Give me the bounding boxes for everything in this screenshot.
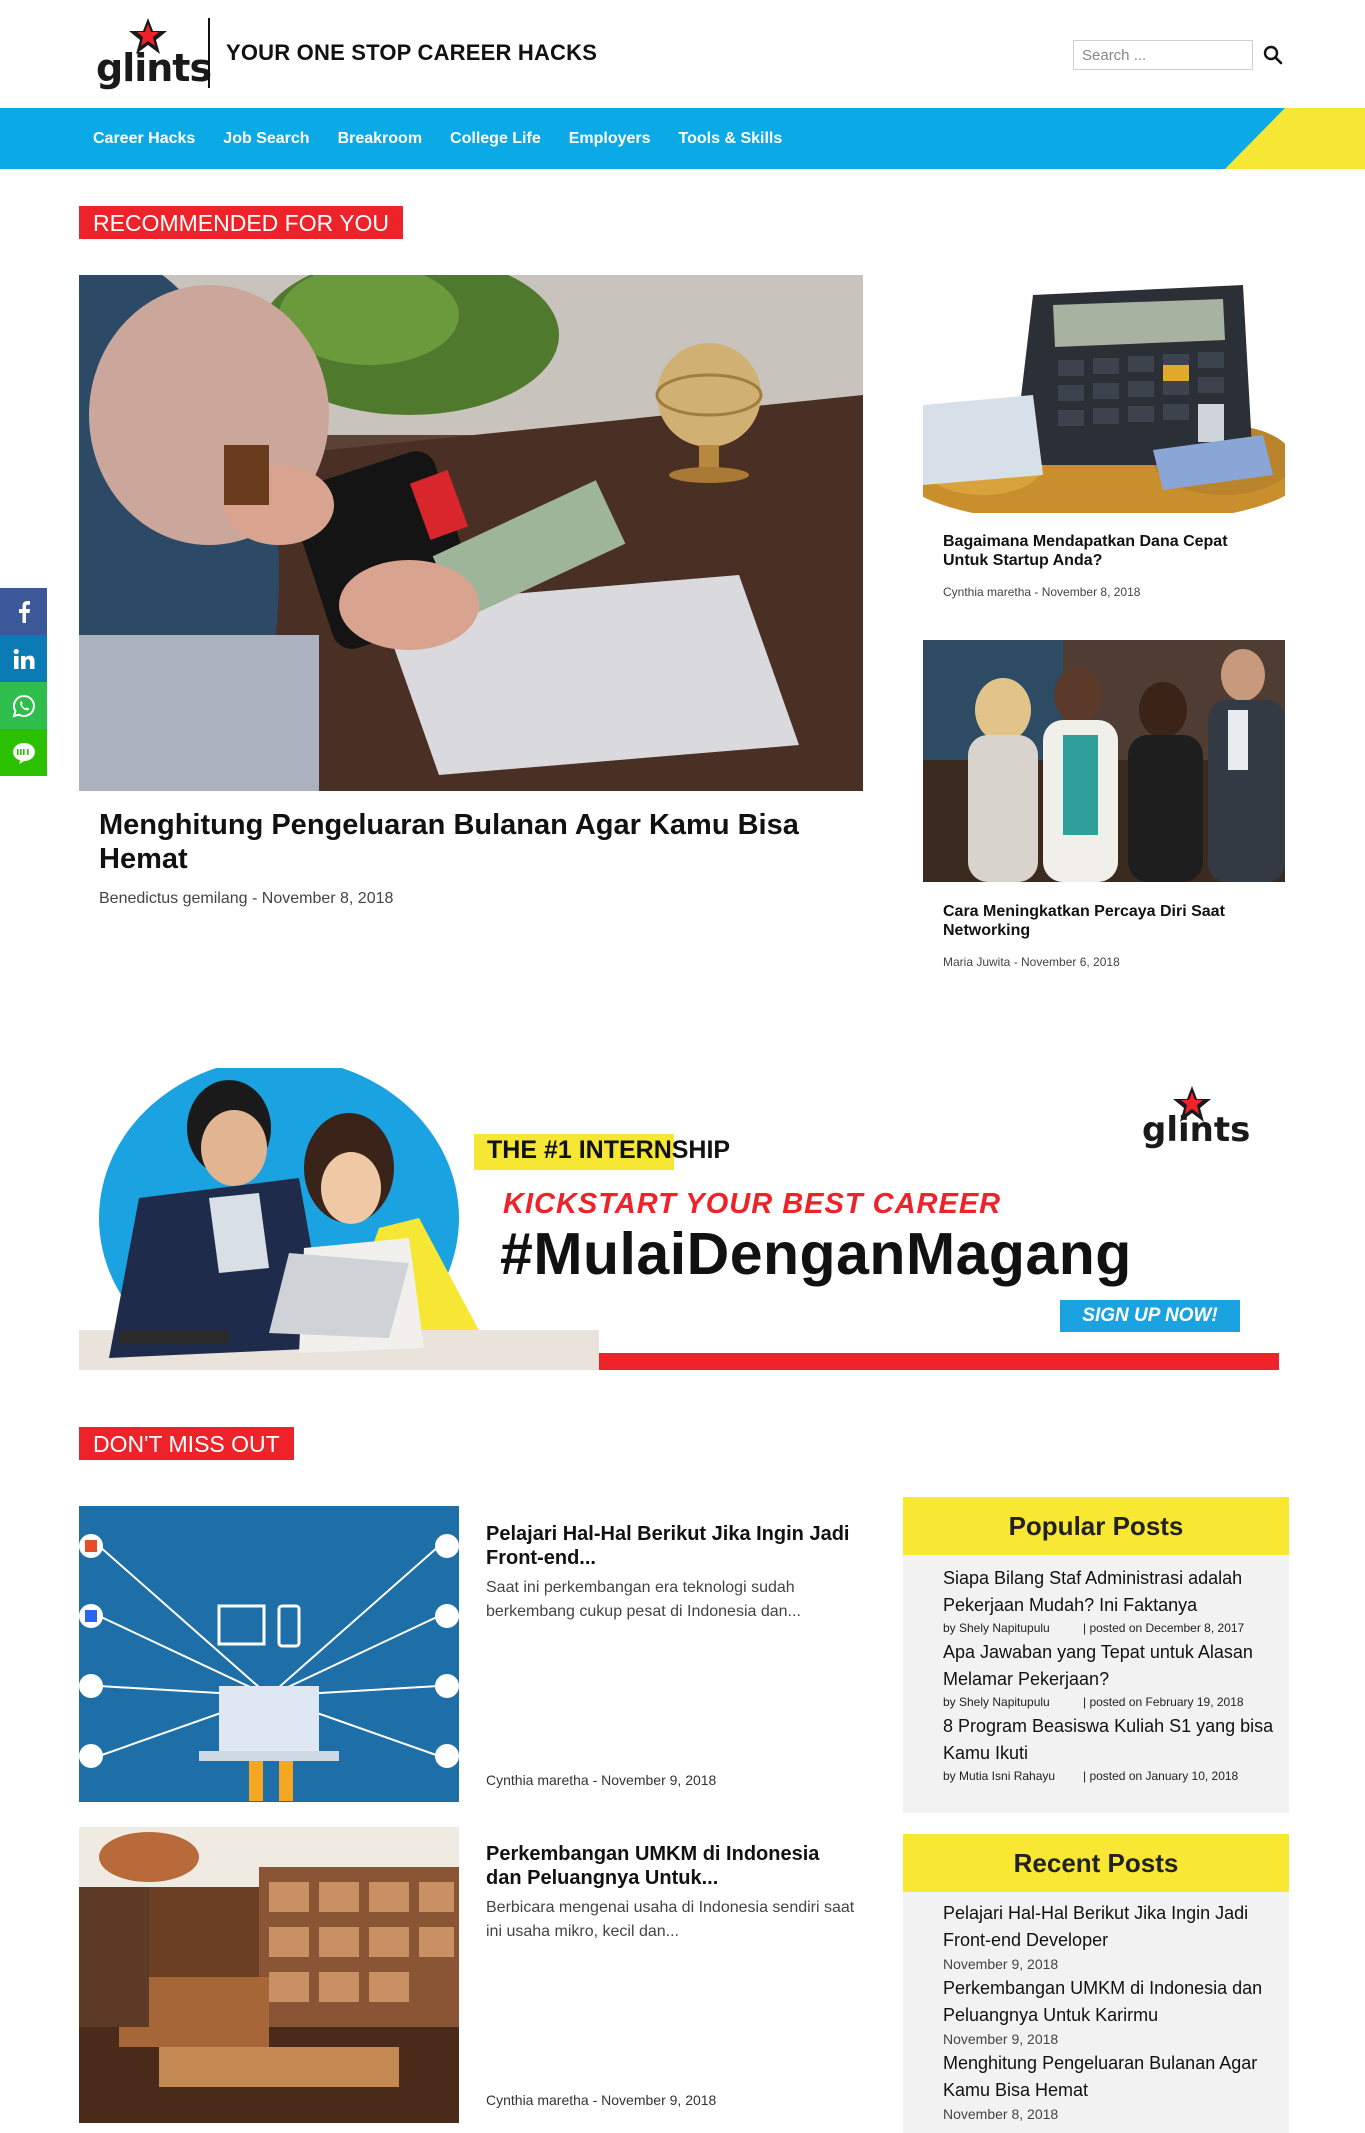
whatsapp-icon <box>12 694 35 717</box>
nav-item-job-search[interactable]: Job Search <box>223 130 309 148</box>
search-icon[interactable] <box>1262 44 1284 66</box>
popular-post-title-3[interactable]: 8 Program Beasiswa Kuliah S1 yang bisa K… <box>943 1713 1293 1767</box>
list-post-meta-1: Cynthia maretha - November 9, 2018 <box>486 1772 717 1788</box>
recent-post-date-2: November 9, 2018 <box>943 2031 1059 2047</box>
logo-text: glints <box>96 46 212 90</box>
popular-post-title-2[interactable]: Apa Jawaban yang Tepat untuk Alasan Mela… <box>943 1639 1293 1693</box>
line-share-button[interactable] <box>0 729 47 776</box>
nav-item-tools-skills[interactable]: Tools & Skills <box>679 130 783 148</box>
popular-post-title-1[interactable]: Siapa Bilang Staf Administrasi adalah Pe… <box>943 1565 1293 1619</box>
popular-post-author-1: by Shely Napitupulu <box>943 1621 1050 1635</box>
list-post-meta-2: Cynthia maretha - November 9, 2018 <box>486 2092 717 2108</box>
side-post-title-1[interactable]: Bagaimana Mendapatkan Dana Cepat Untuk S… <box>943 532 1273 570</box>
banner-signup-button[interactable]: SIGN UP NOW! <box>1060 1300 1240 1332</box>
banner-headline: #MulaiDenganMagang <box>500 1221 1132 1287</box>
logo-divider <box>208 18 210 88</box>
featured-post-meta: Benedictus gemilang - November 8, 2018 <box>99 890 394 907</box>
popular-posts-widget: Popular Posts Siapa Bilang Staf Administ… <box>903 1497 1289 1813</box>
recent-post-title-2[interactable]: Perkembangan UMKM di Indonesia dan Pelua… <box>943 1975 1293 2029</box>
recent-post-title-3[interactable]: Menghitung Pengeluaran Bulanan Agar Kamu… <box>943 2050 1293 2104</box>
linkedin-icon <box>13 648 34 669</box>
list-post-excerpt-2: Berbicara mengenai usaha di Indonesia se… <box>486 1899 855 1940</box>
list-post-image-umkm[interactable] <box>79 1827 459 2123</box>
nav-item-college-life[interactable]: College Life <box>450 130 541 148</box>
internship-promo-banner[interactable]: THE #1 INTERNSHIP KICKSTART YOUR BEST CA… <box>79 1068 1279 1370</box>
banner-logo-text: glints <box>1142 1110 1251 1150</box>
section-label-recommended: RECOMMENDED FOR YOU <box>79 206 404 239</box>
recent-post-title-1[interactable]: Pelajari Hal-Hal Berikut Jika Ingin Jadi… <box>943 1900 1293 1954</box>
popular-posts-heading: Popular Posts <box>903 1497 1289 1555</box>
popular-post-author-2: by Shely Napitupulu <box>943 1695 1050 1709</box>
popular-post-date-2: | posted on February 19, 2018 <box>1083 1695 1244 1709</box>
recent-posts-widget: Recent Posts Pelajari Hal-Hal Berikut Ji… <box>903 1834 1289 2133</box>
section-label-dont-miss: DON'T MISS OUT <box>79 1427 294 1460</box>
nav-item-employers[interactable]: Employers <box>569 130 651 148</box>
linkedin-share-button[interactable] <box>0 635 47 682</box>
nav-item-career-hacks[interactable]: Career Hacks <box>93 130 195 148</box>
side-post-meta-2: Maria Juwita - November 6, 2018 <box>943 955 1120 969</box>
side-post-title-2[interactable]: Cara Meningkatkan Percaya Diri Saat Netw… <box>943 902 1273 940</box>
facebook-share-button[interactable] <box>0 588 47 635</box>
side-post-image-calculator[interactable] <box>923 275 1285 513</box>
search-input[interactable] <box>1073 40 1253 70</box>
featured-post-title[interactable]: Menghitung Pengeluaran Bulanan Agar Kamu… <box>99 808 859 876</box>
popular-post-author-3: by Mutia Isni Rahayu <box>943 1769 1056 1783</box>
recent-post-date-3: November 8, 2018 <box>943 2106 1059 2122</box>
featured-image[interactable] <box>79 275 863 791</box>
line-icon <box>12 742 35 764</box>
side-post-meta-1: Cynthia maretha - November 8, 2018 <box>943 585 1141 599</box>
nav-item-breakroom[interactable]: Breakroom <box>338 130 422 148</box>
popular-post-date-1: | posted on December 8, 2017 <box>1083 1621 1245 1635</box>
list-post-title-2[interactable]: Perkembangan UMKM di Indonesia dan Pelua… <box>486 1842 856 1890</box>
side-post-image-networking[interactable] <box>923 640 1285 882</box>
recent-posts-heading: Recent Posts <box>903 1834 1289 1892</box>
site-header: glints YOUR ONE STOP CAREER HACKS <box>0 0 1365 108</box>
nav-accent-stripe <box>1225 108 1365 169</box>
facebook-icon <box>18 600 30 623</box>
recent-post-date-1: November 9, 2018 <box>943 1956 1059 1972</box>
main-nav: Career Hacks Job Search Breakroom Colleg… <box>0 108 1365 169</box>
whatsapp-share-button[interactable] <box>0 682 47 729</box>
banner-kicker: KICKSTART YOUR BEST CAREER <box>503 1188 1002 1220</box>
list-post-title-1[interactable]: Pelajari Hal-Hal Berikut Jika Ingin Jadi… <box>486 1522 856 1570</box>
glints-logo[interactable]: glints <box>96 14 212 94</box>
list-post-image-frontend[interactable] <box>79 1506 459 1802</box>
banner-badge: THE #1 INTERNSHIP <box>487 1136 731 1164</box>
site-tagline: YOUR ONE STOP CAREER HACKS <box>226 40 598 65</box>
list-post-excerpt-1: Saat ini perkembangan era teknologi suda… <box>486 1579 801 1620</box>
popular-post-date-3: | posted on January 10, 2018 <box>1083 1769 1239 1783</box>
